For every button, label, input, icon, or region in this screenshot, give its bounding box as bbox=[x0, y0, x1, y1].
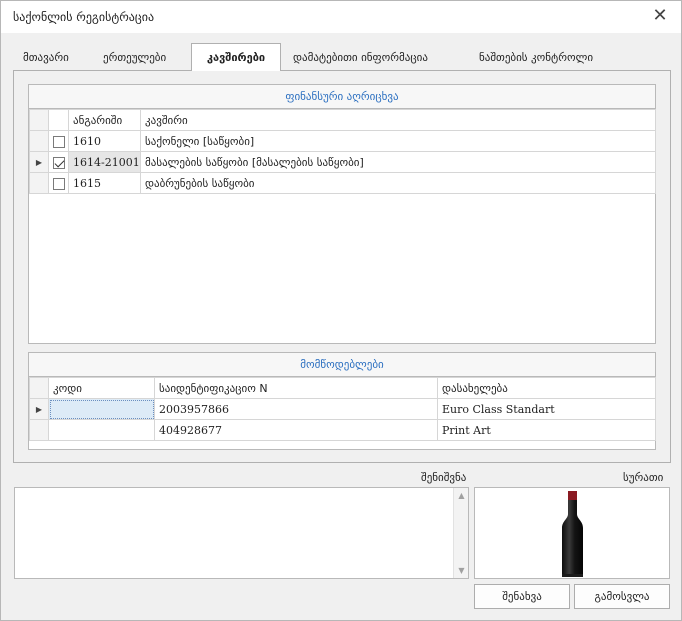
row-checkbox-checked[interactable] bbox=[53, 156, 65, 169]
save-button[interactable]: შენახვა bbox=[474, 584, 570, 609]
table-row[interactable]: 1615 დაბრუნების საწყობი bbox=[29, 172, 656, 194]
tab-strip: მთავარი ერთეულები კავშირები დამატებითი ი… bbox=[13, 43, 671, 71]
tab-additional-info[interactable]: დამატებითი ინფორმაცია bbox=[293, 45, 428, 71]
checkbox-column-header bbox=[48, 109, 69, 131]
id-number-cell[interactable]: 2003957866 bbox=[154, 398, 438, 420]
code-cell[interactable] bbox=[48, 419, 155, 441]
id-number-cell[interactable]: 404928677 bbox=[154, 419, 438, 441]
wine-bottle-image bbox=[562, 491, 583, 577]
photo-label: სურათი bbox=[623, 471, 664, 484]
exit-button[interactable]: გამოსვლა bbox=[574, 584, 670, 609]
row-pointer-icon: ▶ bbox=[29, 151, 49, 173]
note-label: შენიშვნა bbox=[421, 471, 467, 484]
tab-main[interactable]: მთავარი bbox=[23, 45, 69, 71]
tab-units[interactable]: ერთეულები bbox=[103, 45, 166, 71]
finance-header-row: ანგარიში კავშირი bbox=[29, 109, 656, 131]
row-checkbox[interactable] bbox=[53, 135, 65, 148]
account-cell[interactable]: 1614-21001 bbox=[68, 151, 141, 173]
financial-accounting-header: ფინანსური აღრიცხვა bbox=[29, 85, 655, 109]
account-cell[interactable]: 1615 bbox=[68, 172, 141, 194]
scroll-down-icon[interactable]: ▼ bbox=[454, 563, 469, 578]
note-textarea[interactable]: ▲ ▼ bbox=[14, 487, 469, 579]
row-indicator bbox=[29, 172, 49, 194]
row-indicator-header bbox=[29, 377, 49, 399]
row-checkbox-cell[interactable] bbox=[48, 172, 69, 194]
table-row[interactable]: ▶ 2003957866 Euro Class Standart bbox=[29, 398, 656, 420]
link-cell[interactable]: მასალების საწყობი [მასალების საწყობი] bbox=[140, 151, 656, 173]
column-header-link[interactable]: კავშირი bbox=[140, 109, 656, 131]
row-checkbox[interactable] bbox=[53, 177, 65, 190]
supplier-name-cell[interactable]: Euro Class Standart bbox=[437, 398, 656, 420]
table-row[interactable]: 404928677 Print Art bbox=[29, 419, 656, 441]
suppliers-grid: კოდი საიდენტიფიკაციო N დასახელება ▶ 2003… bbox=[29, 377, 656, 441]
table-row[interactable]: ▶ 1614-21001 მასალების საწყობი [მასალები… bbox=[29, 151, 656, 173]
row-checkbox-cell[interactable] bbox=[48, 130, 69, 152]
row-checkbox-cell[interactable] bbox=[48, 151, 69, 173]
finance-grid: ანგარიში კავშირი 1610 საქონელი [საწყობი]… bbox=[29, 109, 656, 194]
row-indicator bbox=[29, 130, 49, 152]
suppliers-group: მომწოდებლები კოდი საიდენტიფიკაციო N დასა… bbox=[28, 352, 656, 450]
note-scrollbar[interactable]: ▲ ▼ bbox=[453, 488, 468, 578]
tab-links[interactable]: კავშირები bbox=[191, 43, 281, 71]
link-cell[interactable]: საქონელი [საწყობი] bbox=[140, 130, 656, 152]
window-title: საქონლის რეგისტრაცია bbox=[13, 10, 155, 24]
tab-stock-control[interactable]: ნაშთების კონტროლი bbox=[479, 45, 593, 71]
row-pointer-icon: ▶ bbox=[29, 398, 49, 420]
column-header-id-number[interactable]: საიდენტიფიკაციო N bbox=[154, 377, 438, 399]
financial-accounting-group: ფინანსური აღრიცხვა ანგარიში კავშირი 1610… bbox=[28, 84, 656, 344]
close-icon[interactable]: ✕ bbox=[649, 6, 671, 28]
account-cell[interactable]: 1610 bbox=[68, 130, 141, 152]
tab-panel-links: ფინანსური აღრიცხვა ანგარიში კავშირი 1610… bbox=[13, 70, 671, 463]
table-row[interactable]: 1610 საქონელი [საწყობი] bbox=[29, 130, 656, 152]
photo-box[interactable] bbox=[474, 487, 670, 579]
scroll-up-icon[interactable]: ▲ bbox=[454, 488, 469, 503]
supplier-name-cell[interactable]: Print Art bbox=[437, 419, 656, 441]
suppliers-header: მომწოდებლები bbox=[29, 353, 655, 377]
column-header-code[interactable]: კოდი bbox=[48, 377, 155, 399]
link-cell[interactable]: დაბრუნების საწყობი bbox=[140, 172, 656, 194]
column-header-name[interactable]: დასახელება bbox=[437, 377, 656, 399]
registration-window: საქონლის რეგისტრაცია ✕ მთავარი ერთეულები… bbox=[0, 0, 682, 621]
row-indicator bbox=[29, 419, 49, 441]
suppliers-header-row: კოდი საიდენტიფიკაციო N დასახელება bbox=[29, 377, 656, 399]
column-header-account[interactable]: ანგარიში bbox=[68, 109, 141, 131]
code-cell[interactable] bbox=[48, 398, 155, 420]
row-indicator-header bbox=[29, 109, 49, 131]
title-bar: საქონლის რეგისტრაცია ✕ bbox=[1, 1, 681, 33]
